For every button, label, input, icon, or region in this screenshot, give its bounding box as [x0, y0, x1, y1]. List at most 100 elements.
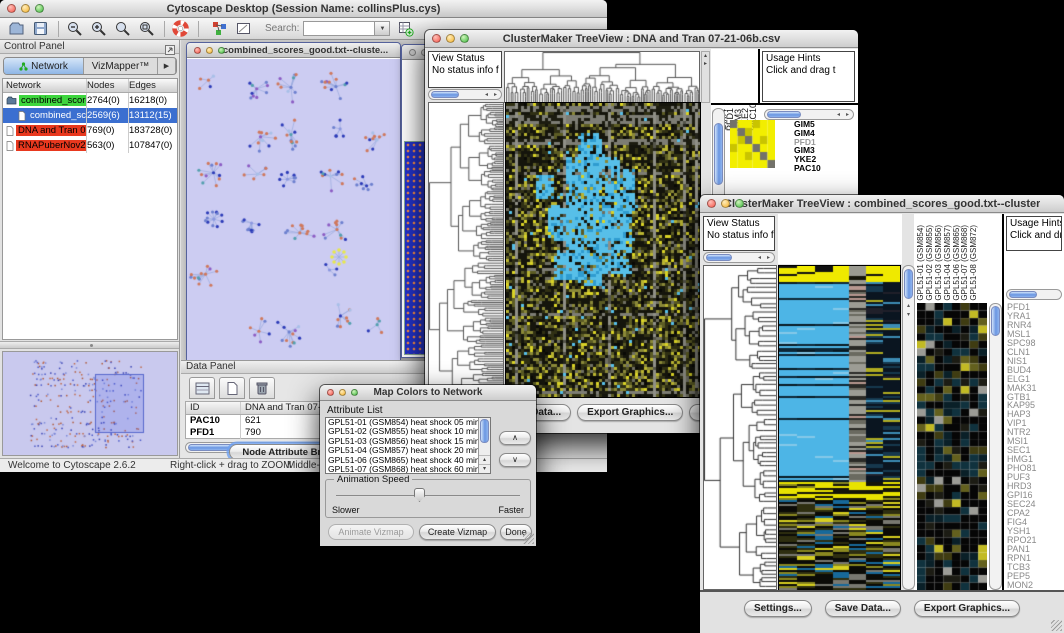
zoom-heatmap[interactable] [917, 303, 987, 590]
close-button[interactable] [327, 389, 334, 396]
minimize-button[interactable] [446, 34, 455, 43]
zoom-button[interactable] [35, 4, 44, 13]
birdseye-view[interactable] [2, 351, 178, 456]
row-dendrogram[interactable] [703, 265, 777, 590]
footer-button[interactable]: Save Data... [825, 600, 901, 617]
float-panel-icon[interactable] [165, 42, 175, 52]
page-icon [6, 126, 14, 136]
close-icon[interactable] [194, 47, 201, 54]
gene-list-scrollbar[interactable] [1006, 289, 1062, 300]
column-label: GPL51-08 (GSM872) [970, 225, 979, 301]
close-icon[interactable] [409, 49, 416, 56]
tab-overflow-arrow[interactable]: ▶ [158, 58, 176, 74]
minimize-button[interactable] [21, 4, 30, 13]
animation-speed-group: Animation Speed Slower Faster [325, 479, 531, 518]
page-icon [18, 111, 26, 121]
footer-button[interactable]: Settings... [744, 600, 812, 617]
global-heatmap[interactable] [778, 265, 901, 592]
dendrogram-background [778, 214, 902, 264]
zoom-icon[interactable] [218, 47, 225, 54]
minimize-button[interactable] [339, 389, 346, 396]
control-panel: Control Panel Network VizMapper™ ▶ Netwo… [0, 40, 180, 458]
attribute-table-icon[interactable] [397, 20, 414, 37]
tab-network[interactable]: Network [4, 58, 84, 74]
network-canvas[interactable] [187, 59, 400, 360]
annotation-frame-icon[interactable] [235, 20, 252, 37]
network-list-row[interactable]: combined_scores 2764(0) 16218(0) [3, 93, 177, 108]
status-zoom-hint: Right-click + drag to ZOOM [170, 460, 291, 471]
zoom-selected-icon[interactable] [138, 20, 155, 37]
move-down-button[interactable]: ∨ [499, 453, 531, 467]
column-dendrogram[interactable] [504, 51, 700, 103]
create-vizmap-button[interactable]: Create Vizmap [419, 524, 496, 540]
attribute-list-item[interactable]: GPL51-07 (GSM868) heat shock 60 min [326, 465, 478, 474]
global-heatmap[interactable] [505, 102, 701, 398]
footer-button[interactable]: Export Graphics... [577, 404, 683, 421]
toolbar-separator [58, 21, 59, 37]
resize-grip[interactable] [1051, 620, 1062, 631]
network-table: Network Nodes Edges combined_scores [2, 78, 178, 340]
animate-vizmap-button[interactable]: Animate Vizmap [328, 524, 414, 540]
speed-slider-thumb[interactable] [414, 488, 425, 502]
treeview2-footer: Settings... Save Data... Export Graphics..… [700, 590, 1064, 633]
gene-label-list: PFD1YRA1RNR4MSL1SPC98CLN1NIS1BUD4ELG1MAK… [1007, 303, 1063, 590]
zoom-out-icon[interactable] [66, 20, 83, 37]
speed-slider-track[interactable] [336, 495, 520, 497]
network-frame-titlebar[interactable]: combined_scores_good.txt--cluste... [187, 43, 400, 58]
move-up-button[interactable]: ∧ [499, 431, 531, 445]
attribute-list[interactable]: GPL51-01 (GSM854) heat shock 05 minGPL51… [325, 417, 491, 474]
status-welcome: Welcome to Cytoscape 2.6.2 [8, 460, 136, 471]
attribute-table-button[interactable] [189, 377, 215, 399]
zoom-heatmap[interactable] [730, 120, 775, 168]
treeview2-title: ClusterMaker TreeView : combined_scores_… [724, 198, 1040, 210]
save-icon[interactable] [32, 20, 49, 37]
delete-attribute-button[interactable] [249, 377, 275, 399]
dialog-titlebar[interactable]: Map Colors to Network [320, 385, 536, 401]
network-list-row[interactable]: DNA and Tran 07 769(0) 183728(0) [3, 123, 177, 138]
folder-icon [6, 96, 17, 105]
treeview2-titlebar[interactable]: ClusterMaker TreeView : combined_scores_… [700, 195, 1064, 213]
panel-splitter[interactable] [0, 341, 179, 349]
close-button[interactable] [7, 4, 16, 13]
zoom-button[interactable] [735, 199, 744, 208]
main-titlebar[interactable]: Cytoscape Desktop (Session Name: collins… [0, 0, 607, 18]
close-button[interactable] [707, 199, 716, 208]
zoom-vscrollbar[interactable] [989, 303, 1002, 590]
close-button[interactable] [432, 34, 441, 43]
row-dendrogram[interactable] [428, 102, 504, 398]
zoom-column-labels: GPL51-01 (GSM854)GPL51-02 (GSM855)GPL51-… [917, 215, 985, 301]
view-status-scrollbar[interactable]: ◂▸ [428, 89, 502, 100]
network-edges-count: 183728(0) [129, 123, 177, 138]
vizmapper-icon[interactable] [211, 20, 228, 37]
open-file-icon[interactable] [8, 20, 25, 37]
zoom-button[interactable] [351, 389, 358, 396]
resize-grip[interactable] [523, 533, 534, 544]
network-list-row[interactable]: combined_sco 2569(6) 13112(15) [3, 108, 177, 123]
heatmap-vscrollbar[interactable]: ▴▾ [902, 265, 915, 590]
search-input[interactable] [303, 21, 375, 36]
attribute-list-scrollbar[interactable]: ▴▾ [478, 418, 490, 473]
new-attribute-button[interactable] [219, 377, 245, 399]
page-icon [6, 141, 14, 151]
zoom-button[interactable] [460, 34, 469, 43]
view-status-scrollbar[interactable]: ◂▸ [703, 252, 775, 263]
gene-label[interactable]: MON2 [1007, 581, 1063, 590]
network-nodes-count: 563(0) [87, 138, 129, 153]
network-table-header[interactable]: Network Nodes Edges [3, 79, 177, 93]
label-scroll-strip[interactable]: ▴▸ [701, 51, 710, 103]
network-nodes-count: 2764(0) [87, 93, 129, 108]
tab-vizmapper[interactable]: VizMapper™ [84, 58, 158, 74]
search-dropdown-arrow[interactable]: ▼ [375, 21, 390, 36]
network-list-row[interactable]: RNAPuberNov2+ 563(0) 107847(0) [3, 138, 177, 153]
zoom-in-icon[interactable] [90, 20, 107, 37]
treeview1-titlebar[interactable]: ClusterMaker TreeView : DNA and Tran 07-… [425, 30, 858, 48]
minimize-icon[interactable] [206, 47, 213, 54]
network-edges-count: 13112(15) [129, 108, 177, 123]
minimize-button[interactable] [721, 199, 730, 208]
network-edges-count: 16218(0) [129, 93, 177, 108]
zoom-fit-icon[interactable] [114, 20, 131, 37]
toolbar-separator [164, 21, 165, 37]
network-edges-count: 107847(0) [129, 138, 177, 153]
help-lifesaver-icon[interactable] [172, 20, 189, 37]
footer-button[interactable]: Export Graphics... [914, 600, 1020, 617]
